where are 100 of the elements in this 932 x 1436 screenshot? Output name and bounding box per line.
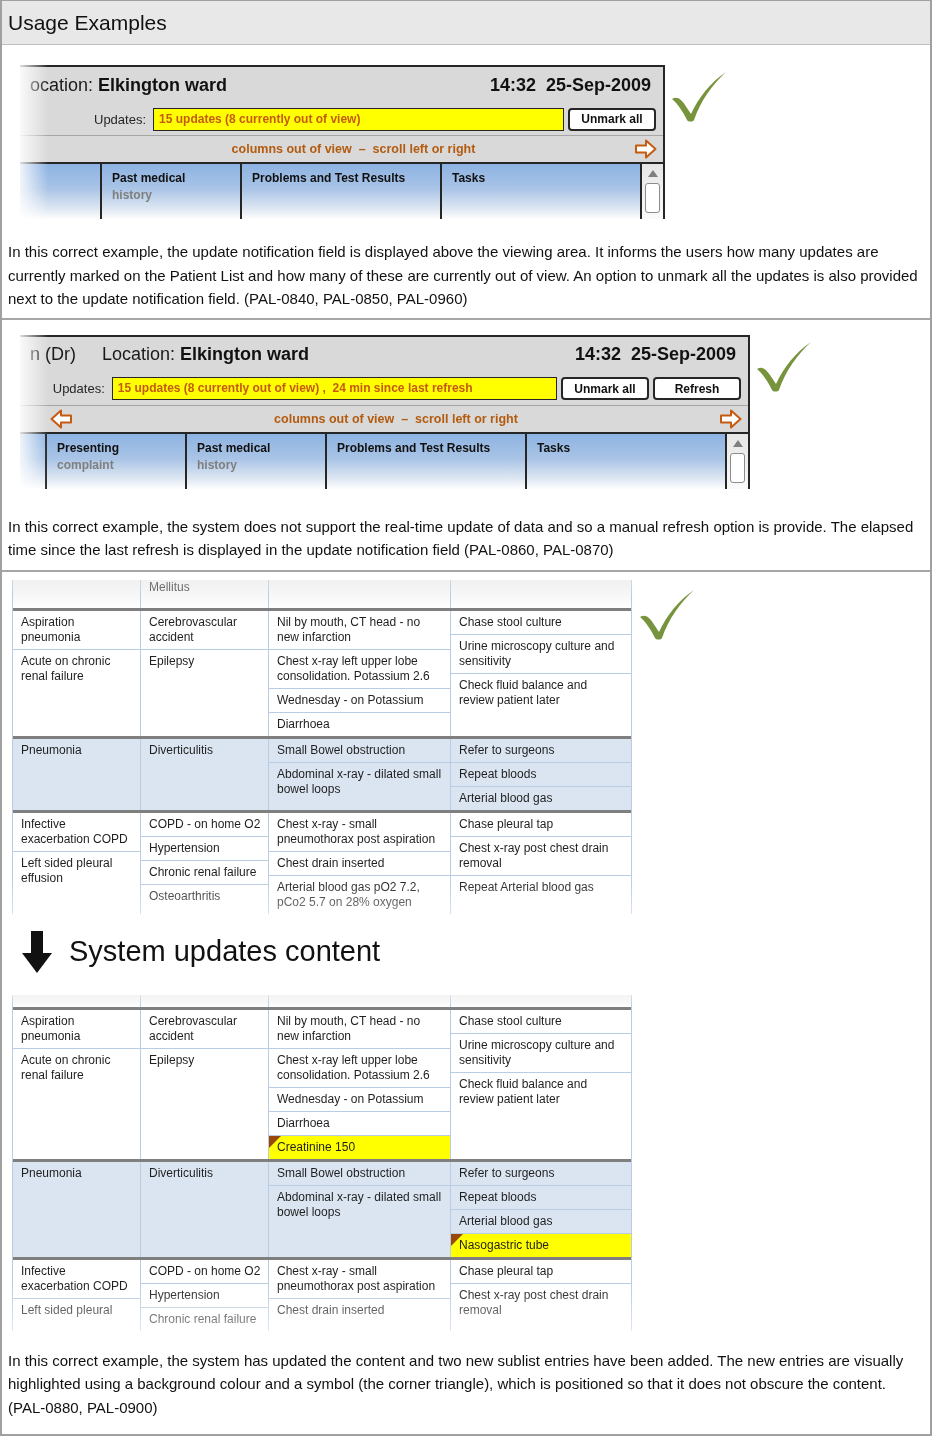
history-text: COPD - on home O2 bbox=[141, 812, 268, 837]
complaint-text: Left sided pleural effusion bbox=[20, 854, 114, 887]
task-text: Chest x-ray post chest drain removal bbox=[458, 1286, 610, 1319]
problem-text: Chest x-ray left upper lobe consolidation. Potassium 2.6 bbox=[269, 1048, 450, 1088]
patient-row[interactable]: Pneumonia Diverticulitis Small Bowel obstruction Abdominal x-ray - dilated small bowel loops Refer to surgeons Repeat bloods Arterial blood gas Nasogastric tube bbox=[13, 1158, 631, 1257]
problem-text: Wednesday - on Potassium bbox=[269, 688, 450, 713]
history-text: Epilepsy bbox=[148, 652, 196, 670]
problem-text: Chest x-ray left upper lobe consolidation. Potassium 2.6 bbox=[269, 649, 450, 689]
history-text: Cerebrovascular accident bbox=[141, 610, 268, 650]
scroll-thumb[interactable] bbox=[645, 183, 660, 213]
problem-text: Chest drain inserted bbox=[276, 1301, 386, 1319]
scroll-thumb[interactable] bbox=[730, 452, 745, 483]
column-header[interactable]: Tasks bbox=[440, 164, 640, 219]
task-text: Check fluid balance and review patient later bbox=[458, 1075, 589, 1108]
patient-row[interactable] bbox=[13, 809, 631, 914]
task-text: Check fluid balance and review patient later bbox=[458, 676, 589, 709]
updates-label: Updates: bbox=[94, 111, 147, 127]
scroll-hint-text: columns out of view – scroll left or right bbox=[273, 411, 519, 426]
history-text: Diverticulitis bbox=[148, 741, 214, 759]
problem-text: Arterial blood gas pO2 7.2, pCo2 5.7 on 28% oxygen bbox=[276, 878, 421, 911]
task-text: Chase pleural tap bbox=[451, 1259, 631, 1284]
location-label: ocation: bbox=[30, 74, 94, 96]
date-text: 25-Sep-2009 bbox=[545, 74, 651, 96]
column-header[interactable]: Problems and Test Results bbox=[325, 433, 525, 489]
complaint-text: Infective exacerbation COPD bbox=[13, 1259, 140, 1299]
patient-row[interactable] bbox=[13, 1256, 631, 1331]
history-text: Diverticulitis bbox=[148, 1164, 214, 1182]
complaint-text: Infective exacerbation COPD bbox=[13, 812, 140, 852]
action-button[interactable]: Unmark all bbox=[561, 377, 649, 400]
description-text: In this correct example, the system has updated the content and two new sublist entries have been added. The new entries are visually highlighted using a background colour and a symbol (the corner triangle), which is positioned so that it does not obscure the content. (PAL-0880, PAL-0900) bbox=[7, 1350, 905, 1418]
right-arrow-icon[interactable] bbox=[720, 408, 742, 429]
task-text: Urine microscopy culture and sensitivity bbox=[451, 1033, 631, 1073]
problem-text: Abdominal x-ray - dilated small bowel loops bbox=[276, 1188, 443, 1221]
location-label: Location: bbox=[102, 344, 176, 365]
history-text: Chronic renal failure bbox=[141, 860, 268, 885]
column-header[interactable]: Presenting complaint bbox=[45, 433, 185, 489]
scrollbar[interactable] bbox=[640, 164, 663, 219]
date-text: 25-Sep-2009 bbox=[630, 344, 736, 365]
complaint-text: Acute on chronic renal failure bbox=[20, 1051, 112, 1084]
history-text: Mellitus bbox=[148, 579, 191, 594]
complaint-text: Aspiration pneumonia bbox=[13, 610, 140, 650]
column-header[interactable]: Past medical history bbox=[185, 433, 325, 489]
complaint-text: Left sided pleural bbox=[20, 1301, 114, 1319]
scroll-up-icon[interactable] bbox=[732, 439, 743, 447]
updates-label: Updates: bbox=[52, 381, 105, 396]
task-text: Repeat bloods bbox=[451, 1185, 631, 1210]
action-button[interactable]: Unmark all bbox=[568, 107, 656, 131]
task-text: Chase stool culture bbox=[451, 1009, 631, 1034]
problem-text: Chest x-ray - small pneumothorax post aspiration bbox=[269, 812, 450, 852]
description-text: In this correct example, the system does not support the real-time update of data and so a manual refresh option is provide. The elapsed time since the last refresh is displayed in the update notification field (PAL-0860, PAL-0870) bbox=[7, 516, 915, 560]
patient-row[interactable] bbox=[13, 1006, 631, 1159]
task-text: Repeat Arterial blood gas bbox=[458, 878, 595, 896]
problem-text: Chest x-ray - small pneumothorax post aspiration bbox=[269, 1259, 450, 1299]
scroll-up-icon[interactable] bbox=[647, 170, 658, 177]
task-text: Refer to surgeons bbox=[451, 1161, 631, 1186]
task-text: Arterial blood gas bbox=[458, 789, 554, 807]
problem-text: Small Bowel obstruction bbox=[269, 1161, 450, 1186]
down-arrow-icon bbox=[22, 930, 52, 973]
doctor-name: n (Dr) bbox=[30, 344, 76, 365]
column-header[interactable]: Problems and Test Results bbox=[240, 164, 440, 219]
complaint-text: Pneumonia bbox=[20, 1164, 83, 1182]
history-text: COPD - on home O2 bbox=[141, 1259, 268, 1284]
history-text: Osteoarthritis bbox=[148, 887, 222, 905]
column-header[interactable]: Past medical history bbox=[100, 164, 240, 219]
action-button[interactable]: Refresh bbox=[653, 377, 741, 400]
column-header[interactable]: Tasks bbox=[525, 433, 725, 489]
task-text: Refer to surgeons bbox=[451, 738, 631, 763]
problem-text: Small Bowel obstruction bbox=[269, 738, 450, 763]
history-text: Hypertension bbox=[141, 1283, 268, 1308]
task-text: Chase pleural tap bbox=[451, 812, 631, 837]
problem-text: Nil by mouth, CT head - no new infarction bbox=[269, 610, 450, 650]
history-text: Chronic renal failure bbox=[148, 1310, 258, 1328]
patient-row[interactable] bbox=[13, 607, 631, 736]
problem-text: Chest drain inserted bbox=[269, 851, 450, 876]
history-text: Cerebrovascular accident bbox=[141, 1009, 268, 1049]
location-value: Elkington ward bbox=[98, 74, 228, 96]
problem-text: Wednesday - on Potassium bbox=[269, 1087, 450, 1112]
update-notification-field: 15 updates (8 currently out of view) , 24 min since last refresh bbox=[111, 377, 557, 400]
task-text: Chest x-ray post chest drain removal bbox=[451, 836, 631, 876]
description-text: In this correct example, the update notification field is displayed above the viewing area. It informs the users how many updates are currently marked on the Patient List and how many of these are currently out of view. An option to unmark all the updates is also provided next to the update notification field. (PAL-0840, PAL-0850, PAL-0960) bbox=[7, 242, 919, 309]
task-text: Arterial blood gas bbox=[451, 1209, 631, 1234]
left-arrow-icon[interactable] bbox=[50, 408, 72, 429]
scrollbar[interactable] bbox=[725, 433, 748, 489]
problem-text: Nil by mouth, CT head - no new infarction bbox=[269, 1009, 450, 1049]
problem-text: Abdominal x-ray - dilated small bowel loops bbox=[276, 765, 443, 798]
task-text: Repeat bloods bbox=[451, 762, 631, 787]
patient-row[interactable]: Pneumonia Diverticulitis Small Bowel obstruction Abdominal x-ray - dilated small bowel loops Refer to surgeons Repeat bloods Arterial blood gas bbox=[13, 735, 631, 810]
task-text: Chase stool culture bbox=[451, 610, 631, 635]
right-arrow-icon[interactable] bbox=[635, 139, 657, 159]
history-text: Hypertension bbox=[141, 836, 268, 861]
update-notification-field: 15 updates (8 currently out of view) bbox=[153, 107, 564, 131]
page-title: Usage Examples bbox=[2, 1, 930, 45]
section-heading: System updates content bbox=[69, 935, 381, 968]
task-text: Nasogastric tube bbox=[459, 1237, 550, 1252]
complaint-text: Acute on chronic renal failure bbox=[20, 652, 112, 685]
problem-text: Creatinine 150 bbox=[277, 1139, 356, 1154]
problem-text: Diarrhoea bbox=[276, 715, 331, 733]
task-text: Urine microscopy culture and sensitivity bbox=[451, 634, 631, 674]
complaint-text: Aspiration pneumonia bbox=[13, 1009, 140, 1049]
time-text: 14:32 bbox=[574, 344, 621, 365]
